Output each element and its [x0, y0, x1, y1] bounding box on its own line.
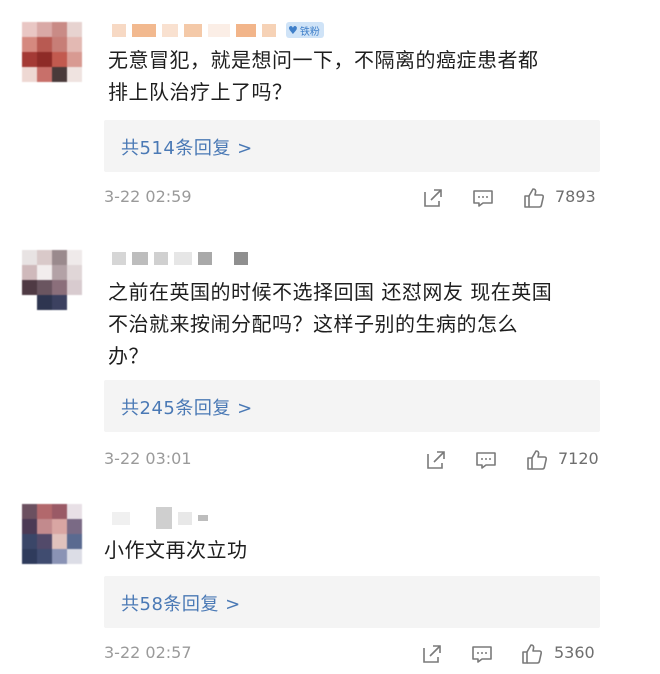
like-count: 7893 — [555, 187, 596, 206]
avatar[interactable] — [22, 22, 82, 82]
comment-meta: 3-22 02:57 5360 — [0, 640, 660, 668]
timestamp: 3-22 03:01 — [104, 449, 192, 468]
username[interactable]: ♥ 铁粉 — [112, 18, 324, 42]
comment-icon[interactable] — [474, 448, 498, 472]
comment-meta: 3-22 03:01 7120 — [0, 446, 660, 474]
replies-link[interactable]: 共514条回复 > — [104, 120, 600, 172]
replies-label: 共58条回复 > — [121, 594, 241, 615]
thumbs-up-icon[interactable] — [522, 186, 546, 210]
comment-item: ♥ 铁粉 无意冒犯，就是想问一下，不隔离的癌症患者都 排上队治疗上了吗？ 共51… — [0, 0, 660, 220]
replies-link[interactable]: 共58条回复 > — [104, 576, 600, 628]
share-icon[interactable] — [421, 186, 445, 210]
share-icon[interactable] — [420, 642, 444, 666]
comment-text: 无意冒犯，就是想问一下，不隔离的癌症患者都 排上队治疗上了吗？ — [108, 44, 618, 108]
timestamp: 3-22 02:57 — [104, 643, 192, 662]
comment-text-line: 排上队治疗上了吗？ — [108, 80, 293, 104]
replies-link[interactable]: 共245条回复 > — [104, 380, 600, 432]
comment-text: 之前在英国的时候不选择回国 还怼网友 现在英国 不治就来按闹分配吗？这样子别的生… — [108, 276, 618, 372]
comment-text-line: 无意冒犯，就是想问一下，不隔离的癌症患者都 — [108, 48, 539, 72]
fan-badge-label: 铁粉 — [299, 26, 320, 38]
comment-meta: 3-22 02:59 7893 — [0, 184, 660, 212]
thumbs-up-icon[interactable] — [520, 642, 544, 666]
avatar[interactable] — [22, 504, 82, 564]
comment-text: 小作文再次立功 — [104, 534, 614, 566]
username[interactable] — [112, 506, 208, 530]
comment-text-line: 小作文再次立功 — [104, 538, 248, 562]
timestamp: 3-22 02:59 — [104, 187, 192, 206]
fan-badge: ♥ 铁粉 — [286, 22, 324, 38]
username[interactable] — [112, 246, 248, 270]
share-icon[interactable] — [424, 448, 448, 472]
comment-item: 小作文再次立功 共58条回复 > 3-22 02:57 5360 — [0, 490, 660, 674]
comment-item: 之前在英国的时候不选择回国 还怼网友 现在英国 不治就来按闹分配吗？这样子别的生… — [0, 220, 660, 490]
thumbs-up-icon[interactable] — [525, 448, 549, 472]
fan-heart-icon: ♥ — [288, 23, 298, 37]
comment-icon[interactable] — [471, 186, 495, 210]
avatar[interactable] — [22, 250, 82, 310]
comment-text-line: 之前在英国的时候不选择回国 还怼网友 现在英国 — [108, 280, 553, 304]
comment-icon[interactable] — [470, 642, 494, 666]
replies-label: 共514条回复 > — [121, 138, 253, 159]
replies-label: 共245条回复 > — [121, 398, 253, 419]
like-count: 5360 — [554, 643, 595, 662]
comment-text-line: 不治就来按闹分配吗？这样子别的生病的怎么 — [108, 312, 518, 336]
comment-text-line: 办？ — [108, 344, 149, 368]
like-count: 7120 — [558, 449, 599, 468]
